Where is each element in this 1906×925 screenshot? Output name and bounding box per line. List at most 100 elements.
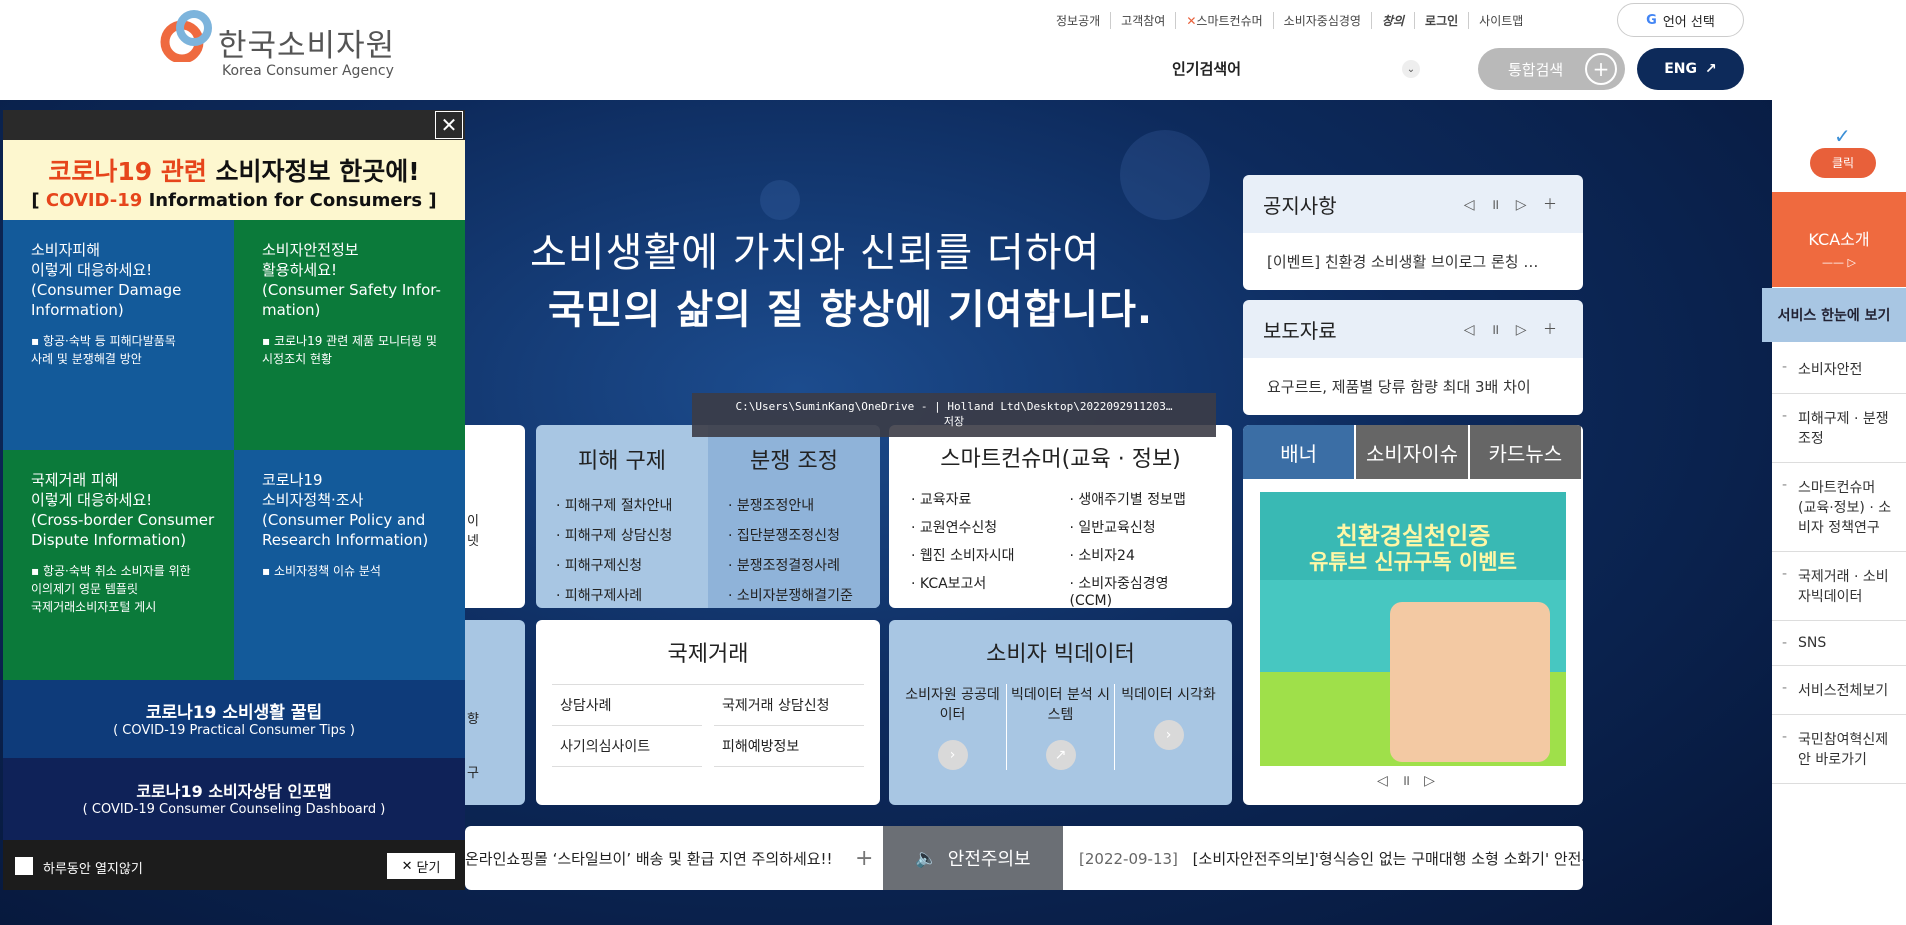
sidebar-item[interactable]: SNS [1772,621,1906,666]
intl-link[interactable]: 사기의심사이트 [552,726,702,767]
notice-item[interactable]: [이벤트] 친환경 소비생활 브이로그 론칭 … [1243,233,1583,290]
chevron-right-icon[interactable]: › [937,740,968,770]
notice-panel: 공지사항 ◁ ॥ ▷ ＋ [이벤트] 친환경 소비생활 브이로그 론칭 … [1243,175,1583,290]
hero-slogan-line1: 소비생활에 가치와 신뢰를 더하여 [530,230,1101,276]
dispute-link[interactable]: 분쟁조정안내 [728,495,860,515]
chevron-down-icon[interactable]: ⌄ [1402,60,1420,78]
relief-link[interactable]: 피해구제사례 [556,585,688,605]
bigdata-item[interactable]: 소비자원 공공데이터 › [899,684,1007,770]
smart-link[interactable]: 일반교육신청 [1070,517,1211,537]
click-badge[interactable]: 클릭 [1810,148,1876,178]
integrated-search-button[interactable]: 통합검색 + [1478,48,1625,90]
tab-banner[interactable]: 배너 [1243,425,1357,479]
sidebar-item[interactable]: 국민참여혁신제안 바로가기 [1772,715,1906,784]
safety-warning-item[interactable]: [2022-09-13] [소비자안전주의보]'형식승인 없는 구매대행 소형 … [1079,848,1583,869]
carousel-controls[interactable]: ◁ ॥ ▷ ＋ [1464,319,1563,339]
popup-close-button[interactable]: ✕ 닫기 [387,853,455,879]
carousel-controls[interactable]: ◁ ॥ ▷ ＋ [1464,194,1563,214]
logo-korean[interactable]: 한국소비자원 [218,20,395,65]
util-link-creative[interactable]: 창의 [1372,11,1416,29]
tab-card-news[interactable]: 카드뉴스 [1469,425,1583,479]
smart-link[interactable]: KCA보고서 [911,573,1052,609]
logo-english[interactable]: Korea Consumer Agency [222,63,394,79]
popup-cell-damage[interactable]: 소비자피해 이렇게 대응하세요! (Consumer Damage Inform… [3,220,234,450]
popup-tips-link[interactable]: 코로나19 소비생활 꿀팁 ( COVID-19 Practical Consu… [3,680,465,758]
news-ticker-text[interactable]: 온라인쇼핑몰 ‘스타일브이’ 배송 및 환급 지연 주의하세요!! [465,826,883,890]
bigdata-title[interactable]: 소비자 빅데이터 [899,636,1222,668]
search-plus-icon: + [1585,53,1617,85]
smart-link[interactable]: 웹진 소비자시대 [911,545,1052,565]
popup-titlebar [3,110,465,140]
sidebar-item[interactable]: 소비자안전 [1772,345,1906,394]
smart-consumer-icon: ✕ [1186,13,1197,28]
press-item[interactable]: 요구르트, 제품별 당류 함량 최대 3배 차이 [1243,358,1583,415]
bigdata-item[interactable]: 빅데이터 분석 시스템 ↗ [1007,684,1115,770]
util-link-open-info[interactable]: 정보공개 [1046,11,1112,29]
popup-heading: 코로나19 관련 소비자정보 한곳에! [ COVID-19 Informati… [3,140,465,220]
chevron-right-icon[interactable]: › [1153,720,1184,750]
close-icon[interactable]: ✕ [435,111,463,139]
covid-info-popup: ✕ 코로나19 관련 소비자정보 한곳에! [ COVID-19 Informa… [3,110,465,890]
smart-link[interactable]: 교육자료 [911,489,1052,509]
no-show-today-checkbox[interactable] [15,857,33,875]
event-banner-image[interactable]: 친환경실천인증 유튜브 신규구독 이벤트 [1260,492,1566,766]
relief-title[interactable]: 피해 구제 [556,443,688,475]
sidebar-item[interactable]: 스마트컨슈머 (교육·정보) · 소비자 정책연구 [1772,463,1906,552]
util-link-login[interactable]: 로그인 [1415,11,1470,29]
logo-icon[interactable] [160,10,216,62]
dispute-title[interactable]: 분쟁 조정 [728,443,860,475]
partial-card-top: 이 넷 [465,425,525,608]
intl-link[interactable]: 피해예방정보 [714,726,864,767]
sidebar-item[interactable]: 피해구제 · 분쟁조정 [1772,394,1906,463]
util-link-smart-consumer[interactable]: ✕스마트컨슈머 [1176,11,1274,29]
dispute-link[interactable]: 집단분쟁조정신청 [728,525,860,545]
sidebar-item[interactable]: 국제거래 · 소비자빅데이터 [1772,552,1906,621]
intl-link[interactable]: 국제거래 상담신청 [714,685,864,726]
sidebar-menu: 소비자안전 피해구제 · 분쟁조정 스마트컨슈머 (교육·정보) · 소비자 정… [1772,345,1906,784]
smart-consumer-title[interactable]: 스마트컨슈머(교육 · 정보) [911,441,1210,473]
english-site-button[interactable]: ENG ↗ [1637,48,1744,90]
external-link-icon: ↗ [1705,61,1717,77]
smart-link[interactable]: 생애주기별 정보맵 [1070,489,1211,509]
sidebar-item[interactable]: 서비스전체보기 [1772,666,1906,715]
service-overview-button[interactable]: 서비스 한눈에 보기 [1762,288,1906,342]
external-link-icon[interactable]: ↗ [1045,740,1076,770]
plus-icon[interactable]: + [855,846,873,871]
relief-link[interactable]: 피해구제신청 [556,555,688,575]
tab-consumer-issue[interactable]: 소비자이슈 [1356,425,1470,479]
util-link-sitemap[interactable]: 사이트맵 [1469,12,1533,29]
util-link-participation[interactable]: 고객참여 [1111,11,1177,29]
popup-dashboard-link[interactable]: 코로나19 소비자상담 인포맵 ( COVID-19 Consumer Coun… [3,758,465,840]
smart-link[interactable]: 소비자24 [1070,545,1211,565]
international-trade-panel: 국제거래 상담사례 국제거래 상담신청 사기의심사이트 피해예방정보 [536,620,880,805]
dispute-link[interactable]: 소비자분쟁해결기준 [728,585,860,605]
smart-link[interactable]: 교원연수신청 [911,517,1052,537]
hero-slogan-line2: 국민의 삶의 질 향상에 기여합니다. [548,287,1154,333]
smart-consumer-panel: 스마트컨슈머(교육 · 정보) 교육자료 생애주기별 정보맵 교원연수신청 일반… [889,425,1232,609]
notice-title[interactable]: 공지사항 [1263,190,1337,219]
bigdata-item[interactable]: 빅데이터 시각화 › [1115,684,1222,770]
file-path-tooltip: C:\Users\SuminKang\OneDrive - | Holland … [692,393,1216,437]
relief-dispute-panel: 피해 구제 피해구제 절차안내 피해구제 상담신청 피해구제신청 피해구제사례 … [536,425,880,608]
intl-link[interactable]: 상담사례 [552,685,702,726]
relief-link[interactable]: 피해구제 절차안내 [556,495,688,515]
banner-title-2: 유튜브 신규구독 이벤트 [1309,550,1517,574]
popup-cell-safety[interactable]: 소비자안전정보 활용하세요! (Consumer Safety Infor- m… [234,220,465,450]
dispute-link[interactable]: 분쟁조정결정사례 [728,555,860,575]
press-panel: 보도자료 ◁ ॥ ▷ ＋ 요구르트, 제품별 당류 함량 최대 3배 차이 [1243,300,1583,415]
intl-title[interactable]: 국제거래 [552,636,864,668]
popup-cell-policy[interactable]: 코로나19 소비자정책·조사 (Consumer Policy and Rese… [234,450,465,680]
relief-link[interactable]: 피해구제 상담신청 [556,525,688,545]
util-link-ccm[interactable]: 소비자중심경영 [1274,11,1372,29]
banner-carousel-controls[interactable]: ◁॥▷ [1243,771,1583,790]
language-select-button[interactable]: G 언어 선택 [1617,3,1744,37]
popup-cell-crossborder[interactable]: 국제거래 피해 이렇게 대응하세요! (Cross-border Consume… [3,450,234,680]
press-title[interactable]: 보도자료 [1263,315,1337,344]
google-icon: G [1646,12,1657,28]
popular-keywords-label: 인기검색어 [1172,60,1242,78]
bottom-ticker-bar: 온라인쇼핑몰 ‘스타일브이’ 배송 및 환급 지연 주의하세요!! + 🔈 안전… [465,826,1583,890]
kca-intro-button[interactable]: KCA소개 —— ▷ [1772,192,1906,287]
smart-link[interactable]: 소비자중심경영(CCM) [1070,573,1211,609]
no-show-today-label[interactable]: 하루동안 열지않기 [43,858,143,877]
safety-warning-label[interactable]: 🔈 안전주의보 [883,826,1063,890]
